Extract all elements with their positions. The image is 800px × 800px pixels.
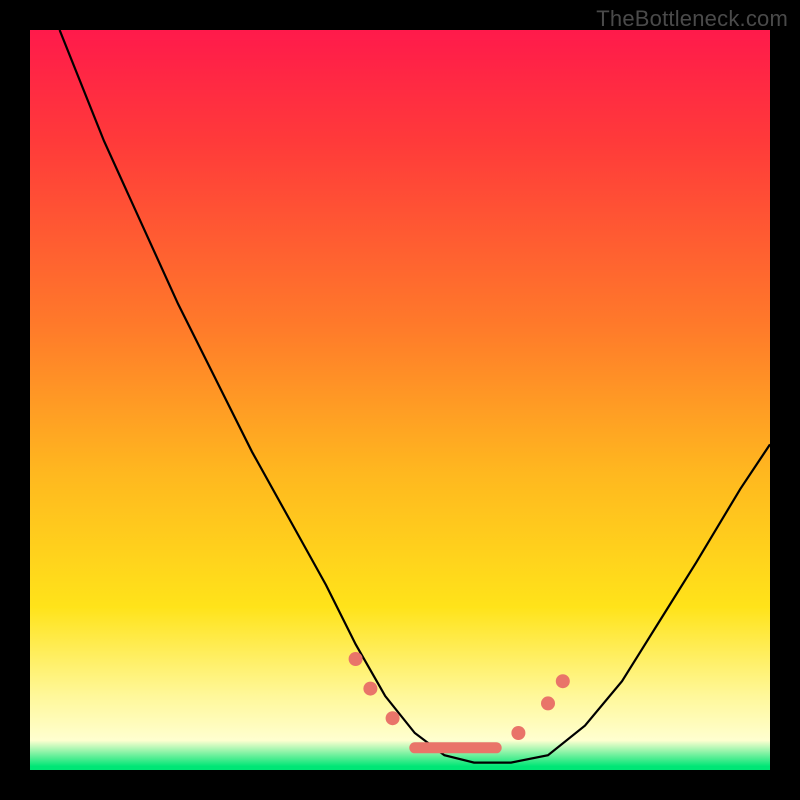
chart-frame: TheBottleneck.com (0, 0, 800, 800)
curve-group (60, 30, 770, 763)
left-dot-3 (386, 711, 400, 725)
right-dot-3 (556, 674, 570, 688)
left-dot-2 (363, 682, 377, 696)
left-dot-1 (349, 652, 363, 666)
plot-area (30, 30, 770, 770)
watermark-text: TheBottleneck.com (596, 6, 788, 32)
bottleneck-curve (60, 30, 770, 763)
right-dot-2 (541, 696, 555, 710)
curve-svg (30, 30, 770, 770)
right-dot-1 (511, 726, 525, 740)
marker-group (349, 652, 570, 748)
